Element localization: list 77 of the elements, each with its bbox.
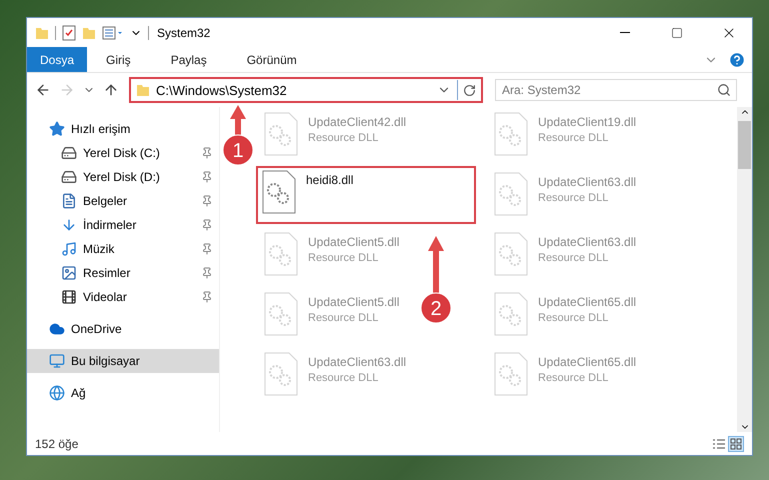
step-number: 1 (222, 134, 254, 166)
music-note-icon (61, 241, 77, 257)
nav-pane-item[interactable]: Yerel Disk (C:) (27, 141, 219, 165)
nav-pane-item[interactable]: Yerel Disk (D:) (27, 165, 219, 189)
file-name: UpdateClient65.dll (538, 295, 636, 309)
nav-pane-item[interactable]: Videolar (27, 285, 219, 309)
step-number: 2 (420, 292, 452, 324)
nav-pane-item[interactable]: İndirmeler (27, 213, 219, 237)
star-icon (49, 121, 65, 137)
network-icon (49, 385, 65, 401)
refresh-icon (463, 84, 476, 96)
gear-file-icon (262, 170, 296, 214)
drive-icon (61, 169, 77, 185)
gear-file-icon (264, 292, 298, 336)
file-name: UpdateClient5.dll (308, 235, 400, 249)
file-type: Resource DLL (308, 312, 380, 324)
monitor-icon (49, 353, 65, 369)
gear-file-icon (494, 292, 528, 336)
file-type: Resource DLL (308, 252, 380, 264)
file-name: UpdateClient63.dll (538, 175, 636, 189)
checklist-icon[interactable] (62, 24, 76, 40)
drive-icon (61, 145, 77, 161)
file-name: UpdateClient42.dll (308, 115, 406, 129)
ribbon-tab[interactable]: Giriş (93, 47, 144, 72)
help-icon[interactable] (728, 50, 746, 68)
file-name: UpdateClient5.dll (308, 295, 400, 309)
gear-file-icon (264, 232, 298, 276)
details-view-icon (712, 438, 726, 450)
picture-icon (61, 265, 77, 281)
pointer-arrow (428, 236, 444, 295)
file-type: Resource DLL (538, 132, 610, 144)
file-type: Resource DLL (538, 312, 610, 324)
gear-file-icon (494, 172, 528, 216)
ribbon-tab[interactable]: Dosya (27, 47, 88, 72)
file-name: UpdateClient65.dll (538, 355, 636, 369)
nav-pane-item[interactable]: Hızlı erişim (27, 117, 219, 141)
pointer-arrow (230, 105, 246, 137)
film-icon (61, 289, 77, 305)
nav-pane-item[interactable]: Müzik (27, 237, 219, 261)
gear-file-icon (494, 352, 528, 396)
file-item[interactable]: heidi8.dll (256, 166, 476, 224)
gear-file-icon (264, 112, 298, 156)
nav-pane-item[interactable]: Resimler (27, 261, 219, 285)
view-button[interactable] (728, 436, 744, 452)
nav-pane-item[interactable]: Ağ (27, 381, 219, 405)
nav-pane-item[interactable]: Bu bilgisayar (27, 349, 219, 373)
search-field[interactable]: Ara: System32 (495, 79, 737, 101)
gear-file-icon (494, 232, 528, 276)
folder-icon (136, 83, 150, 97)
window-title: System32 (157, 26, 212, 40)
gear-file-icon (494, 112, 528, 156)
file-type: Resource DLL (538, 192, 610, 204)
file-name: UpdateClient19.dll (538, 115, 636, 129)
maximize-icon (671, 26, 683, 38)
properties-icon[interactable] (102, 26, 124, 40)
file-type: Resource DLL (538, 252, 610, 264)
file-type: Resource DLL (308, 372, 380, 384)
file-name: UpdateClient63.dll (538, 235, 636, 249)
minimize-icon (620, 32, 630, 33)
file-name: UpdateClient63.dll (308, 355, 406, 369)
item-count: 152 öğe (35, 436, 80, 450)
nav-pane-item[interactable]: OneDrive (27, 317, 219, 341)
nav-pane-item[interactable]: Belgeler (27, 189, 219, 213)
cloud-icon (49, 321, 65, 337)
file-name: heidi8.dll (306, 173, 354, 187)
vertical-scrollbar[interactable] (737, 107, 752, 432)
ribbon-tab[interactable]: Görünüm (234, 47, 310, 72)
file-type: Resource DLL (308, 132, 380, 144)
address-bar[interactable]: C:\Windows\System32 (129, 77, 483, 103)
scrollbar-thumb[interactable] (738, 121, 751, 169)
large-icons-view-icon (730, 438, 742, 450)
file-type: Resource DLL (538, 372, 610, 384)
gear-file-icon (264, 352, 298, 396)
ribbon-tab[interactable]: Paylaş (158, 47, 220, 72)
search-icon (717, 83, 731, 97)
folder-icon (35, 26, 49, 40)
document-icon (61, 193, 77, 209)
